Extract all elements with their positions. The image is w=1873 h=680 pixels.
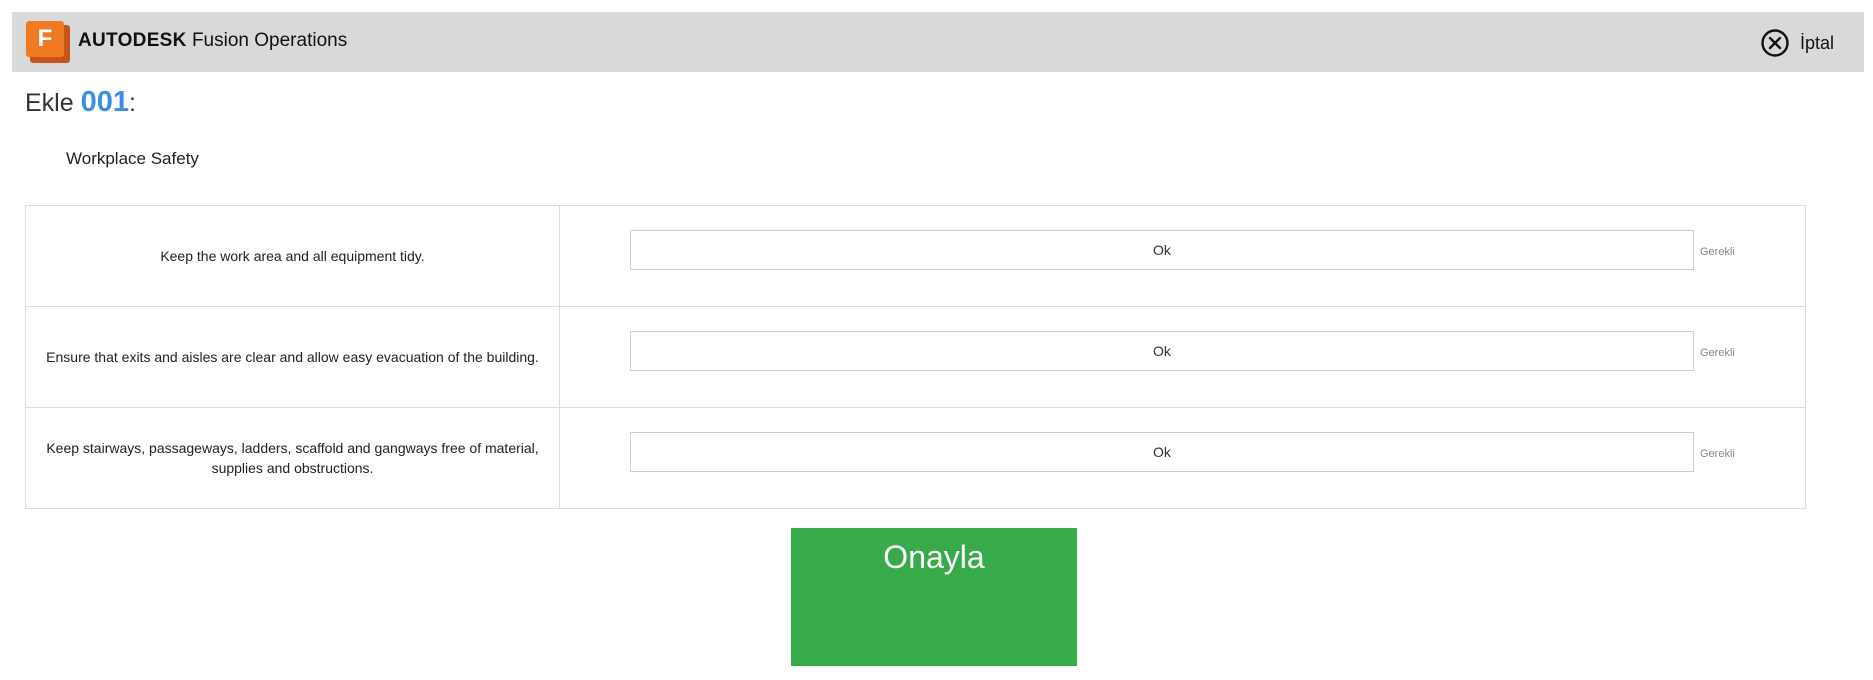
page-title-suffix: : [128, 89, 136, 117]
circle-x-icon [1761, 29, 1789, 57]
brand-autodesk: AUTODESK [78, 30, 187, 51]
answer-field[interactable]: Ok [630, 432, 1694, 472]
autodesk-fusion-logo: F [26, 21, 70, 63]
answer-cell: Ok Gerekli [559, 407, 1806, 509]
required-label: Gerekli [1700, 246, 1735, 258]
section-title: Workplace Safety [66, 149, 199, 168]
page-title: Ekle 001: [25, 86, 136, 119]
logo-letter: F [26, 21, 64, 57]
checklist-row: Keep the work area and all equipment tid… [25, 205, 1806, 307]
question-text: Keep the work area and all equipment tid… [25, 205, 560, 307]
question-text: Ensure that exits and aisles are clear a… [25, 306, 560, 408]
checklist-row: Keep stairways, passageways, ladders, sc… [25, 407, 1806, 509]
confirm-button[interactable]: Onayla [791, 528, 1077, 666]
required-label: Gerekli [1700, 448, 1735, 460]
answer-cell: Ok Gerekli [559, 205, 1806, 307]
cancel-button[interactable]: İptal [1760, 26, 1834, 60]
page-title-prefix: Ekle [25, 89, 74, 117]
app-brand: AUTODESK Fusion Operations [78, 26, 347, 56]
cancel-label: İptal [1799, 32, 1834, 53]
answer-field[interactable]: Ok [630, 230, 1694, 270]
page-title-number: 001 [80, 86, 129, 118]
brand-product: Fusion Operations [191, 30, 348, 51]
answer-cell: Ok Gerekli [559, 306, 1806, 408]
question-text: Keep stairways, passageways, ladders, sc… [25, 407, 560, 509]
checklist-row: Ensure that exits and aisles are clear a… [25, 306, 1806, 408]
checklist-table: Keep the work area and all equipment tid… [25, 205, 1806, 509]
required-label: Gerekli [1700, 347, 1735, 359]
app-header: F AUTODESK Fusion Operations İptal [12, 12, 1864, 72]
answer-field[interactable]: Ok [630, 331, 1694, 371]
